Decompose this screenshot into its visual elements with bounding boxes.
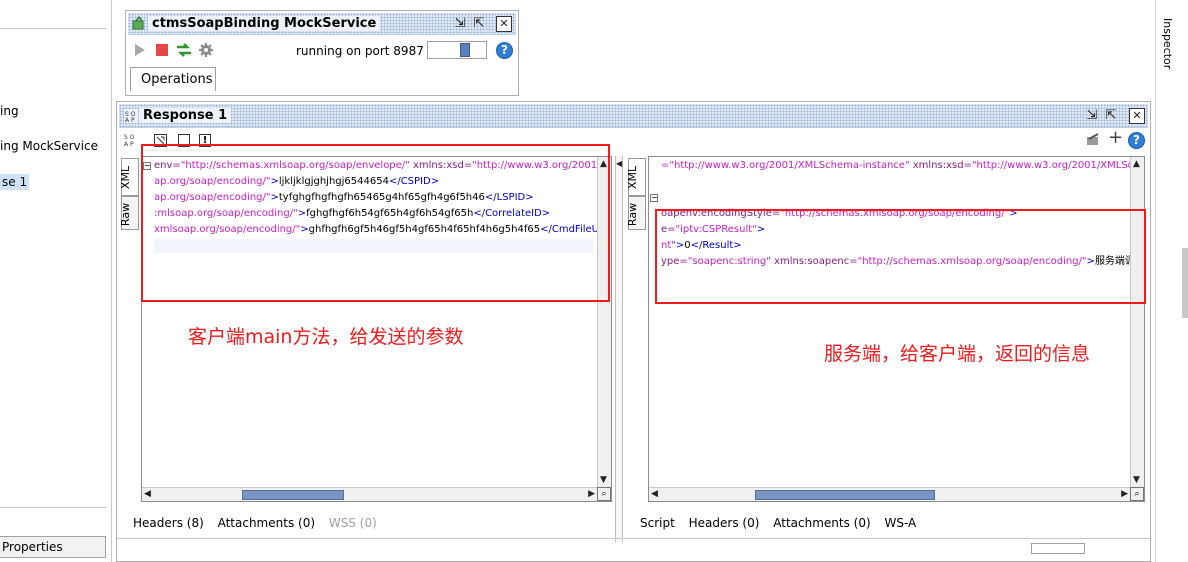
code-token: "http://www.w3.org/2001/XMLSchema" [971,160,1144,171]
response-close-icon[interactable]: ✕ [1129,108,1145,124]
play-icon[interactable] [132,42,148,58]
mockservice-status: running on port 8987 [296,44,424,58]
scroll-up-icon[interactable]: ▲ [1133,158,1140,170]
port-slider[interactable] [427,41,487,59]
svg-text:S O: S O [124,134,135,141]
splitter-left-icon[interactable]: ◀ [616,158,622,170]
nav-item-binding[interactable]: ing [0,104,19,118]
right-bottom-tabs: Script Headers (0) Attachments (0) WS-A [640,516,926,530]
tab-headers-right[interactable]: Headers (0) [689,516,760,530]
scroll-down-icon[interactable]: ▼ [1133,474,1140,486]
code-token: xmlns:xsd= [909,160,972,171]
zoom-icon[interactable]: ⌕ [597,487,611,501]
right-hscroll-thumb[interactable] [755,490,935,500]
left-bottom-tabs: Headers (8) Attachments (0) WSS (0) [133,516,387,530]
add-icon[interactable]: + [1108,129,1123,147]
restart-icon[interactable] [176,42,192,58]
navigator-divider [0,28,106,29]
tab-wss[interactable]: WSS (0) [329,516,377,530]
tab-script[interactable]: Script [640,516,675,530]
right-tab-raw[interactable]: Raw [626,196,646,230]
server-annotation: 服务端，给客户端，返回的信息 [824,343,1091,365]
help-icon[interactable]: ? [496,42,513,59]
close-icon[interactable]: ✕ [496,16,512,32]
tab-attachments-left[interactable]: Attachments (0) [218,516,315,530]
nav-item-mockservice[interactable]: ing MockService [0,139,98,153]
filter-icon[interactable] [1086,133,1100,147]
stop-icon[interactable] [154,42,170,58]
scroll-right-icon[interactable]: ▶ [1121,488,1128,500]
mockservice-titlebar: ctmsSoapBinding MockService ⇲ ⇱ ✕ [128,13,516,35]
tab-operations[interactable]: Operations [130,67,216,91]
progress-box [1031,543,1085,554]
inspector-panel[interactable]: Inspector [1155,0,1188,562]
client-request-highlight [141,144,610,302]
scroll-right-icon[interactable]: ▶ [588,488,595,500]
right-tab-xml[interactable]: XML [626,158,646,196]
gear-icon[interactable] [198,42,214,58]
right-horizontal-scrollbar[interactable]: ◀ ▶ [649,487,1130,501]
response-help-icon[interactable]: ? [1128,132,1145,149]
properties-tab[interactable]: Properties [0,536,106,558]
scroll-left-icon[interactable]: ◀ [651,488,658,500]
mockservice-title: ctmsSoapBinding MockService [148,16,381,31]
right-vertical-scrollbar[interactable]: ▲ ▼ [1130,157,1144,487]
status-divider [117,538,1150,539]
right-xml-editor[interactable]: − ="http://www.w3.org/2001/XMLSchema-ins… [648,156,1145,502]
response-title: Response 1 [139,108,232,123]
code-token: ="http://www.w3.org/2001/XMLSchema-insta… [661,160,910,171]
navigator-divider-bottom [0,507,106,508]
left-tab-xml[interactable]: XML [119,158,139,196]
maximize-icon[interactable]: ⇱ [471,16,487,32]
mockservice-panel: ctmsSoapBinding MockService ⇲ ⇱ ✕ runnin… [125,10,519,96]
response-maximize-icon[interactable]: ⇱ [1103,108,1119,124]
scroll-left-icon[interactable]: ◀ [144,488,151,500]
soap-response-icon: S OA P [124,109,138,124]
fold-icon[interactable]: − [650,194,658,202]
nav-item-response[interactable]: se 1 [0,174,30,190]
mockservice-icon [132,15,146,30]
left-hscroll-thumb[interactable] [242,490,344,500]
editor-splitter[interactable]: ◀ [615,156,623,542]
left-tab-raw[interactable]: Raw [119,196,139,230]
client-annotation: 客户端main方法，给发送的参数 [188,326,464,348]
svg-text:A P: A P [125,117,135,123]
nav-item-response-label: se 1 [0,174,30,190]
port-slider-thumb[interactable] [460,43,470,57]
tab-attachments-right[interactable]: Attachments (0) [773,516,870,530]
response-minimize-icon[interactable]: ⇲ [1084,108,1100,124]
tab-headers-left[interactable]: Headers (8) [133,516,204,530]
zoom-icon[interactable]: ⌕ [1130,487,1144,501]
navigator-panel: ing ing MockService se 1 [0,0,112,562]
inspector-label[interactable]: Inspector [1161,18,1174,69]
inspector-scrollbar[interactable] [1182,248,1188,318]
tab-wsa[interactable]: WS-A [884,516,916,530]
code-line: ="http://www.w3.org/2001/XMLSchema-insta… [661,159,1144,173]
response-titlebar: S OA P Response 1 ⇲ ⇱ ✕ [119,104,1148,128]
scroll-down-icon[interactable]: ▼ [600,474,607,486]
soap-icon[interactable]: S OA P [123,133,137,148]
minimize-icon[interactable]: ⇲ [452,16,468,32]
svg-text:A P: A P [124,141,134,147]
left-horizontal-scrollbar[interactable]: ◀ ▶ [142,487,597,501]
server-response-highlight [655,209,1146,304]
